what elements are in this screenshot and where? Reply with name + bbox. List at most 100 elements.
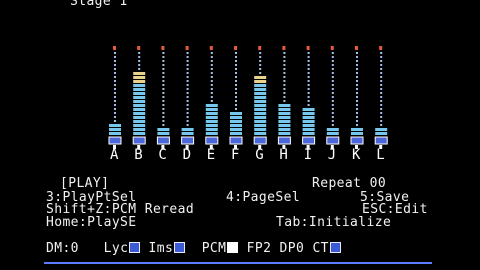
empty-segment (331, 56, 334, 58)
empty-segment (259, 52, 262, 54)
level-segment (205, 124, 218, 127)
empty-segment (356, 68, 358, 70)
empty-segment (331, 80, 334, 82)
empty-segment (356, 100, 358, 102)
empty-segment (162, 116, 165, 118)
empty-segment (114, 52, 116, 54)
empty-segment (186, 92, 189, 94)
empty-segment (210, 56, 213, 58)
level-segment (181, 128, 194, 131)
empty-segment (331, 96, 334, 98)
peak-marker (185, 46, 189, 50)
empty-segment (307, 76, 310, 78)
empty-segment (380, 112, 383, 114)
level-segment (133, 72, 146, 75)
pcm-toggle-indicator[interactable] (227, 242, 239, 253)
empty-segment (114, 104, 116, 106)
empty-segment (186, 56, 189, 58)
empty-segment (380, 72, 383, 74)
empty-segment (380, 64, 383, 66)
empty-segment (259, 64, 262, 66)
ct-toggle-indicator[interactable] (329, 242, 341, 253)
level-segment (254, 132, 267, 135)
level-segment (254, 100, 267, 103)
level-segment (109, 132, 121, 135)
level-segment (133, 80, 146, 83)
lyc-flag[interactable]: Lyc (104, 241, 129, 256)
level-segment (302, 112, 315, 115)
level-segment (230, 132, 242, 135)
level-segment (254, 116, 267, 119)
empty-segment (356, 52, 358, 54)
empty-segment (114, 68, 116, 70)
level-segment (133, 84, 146, 87)
repeat-label: Repeat 00 (312, 176, 387, 191)
empty-segment (331, 76, 334, 78)
empty-segment (283, 88, 286, 90)
channel-label-a: A (110, 147, 119, 163)
empty-segment (283, 56, 286, 58)
level-segment (133, 108, 146, 111)
empty-segment (210, 100, 213, 102)
level-segment (109, 128, 121, 131)
dp0-flag[interactable]: DP0 (280, 241, 305, 256)
level-segment (254, 120, 267, 123)
ims-toggle-indicator[interactable] (174, 242, 186, 253)
meter-channel-h (277, 46, 291, 149)
initialize-hint: Tab:Initialize (276, 215, 392, 230)
level-segment (254, 92, 267, 95)
meter-channel-g (253, 46, 267, 149)
empty-segment (162, 80, 165, 82)
empty-segment (114, 80, 116, 82)
empty-segment (210, 76, 213, 78)
empty-segment (210, 80, 213, 82)
empty-segment (186, 84, 189, 86)
empty-segment (307, 88, 310, 90)
pcm-flag[interactable]: PCM (202, 241, 227, 256)
empty-segment (380, 100, 383, 102)
meter-channel-d (181, 46, 195, 149)
empty-segment (259, 72, 262, 74)
empty-segment (380, 124, 383, 126)
ct-flag[interactable]: CT (312, 241, 328, 256)
fp2-flag[interactable]: FP2 (247, 241, 272, 256)
empty-segment (114, 112, 116, 114)
empty-segment (235, 92, 237, 94)
lyc-toggle-indicator[interactable] (129, 242, 141, 253)
empty-segment (186, 124, 189, 126)
empty-segment (186, 52, 189, 54)
ims-flag[interactable]: Ims (149, 241, 174, 256)
mode-label: [PLAY] (60, 176, 110, 191)
empty-segment (186, 64, 189, 66)
empty-segment (210, 72, 213, 74)
empty-segment (331, 84, 334, 86)
level-segment (278, 112, 291, 115)
empty-segment (307, 68, 310, 70)
empty-segment (235, 96, 237, 98)
empty-segment (114, 56, 116, 58)
empty-segment (235, 100, 237, 102)
peak-marker (258, 46, 262, 50)
level-segment (254, 124, 267, 127)
empty-segment (186, 96, 189, 98)
level-segment (278, 132, 291, 135)
level-segment (254, 88, 267, 91)
level-segment (278, 120, 291, 123)
empty-segment (186, 116, 189, 118)
empty-segment (235, 76, 237, 78)
level-segment (133, 116, 146, 119)
peak-marker (379, 46, 383, 50)
empty-segment (283, 72, 286, 74)
empty-segment (307, 92, 310, 94)
empty-segment (138, 68, 141, 70)
empty-segment (331, 100, 334, 102)
empty-segment (210, 60, 213, 62)
level-segment (157, 132, 170, 135)
meter-channel-a (108, 46, 122, 149)
empty-segment (186, 108, 189, 110)
empty-segment (162, 104, 165, 106)
empty-segment (380, 88, 383, 90)
empty-segment (162, 96, 165, 98)
empty-segment (114, 116, 116, 118)
empty-segment (235, 56, 237, 58)
